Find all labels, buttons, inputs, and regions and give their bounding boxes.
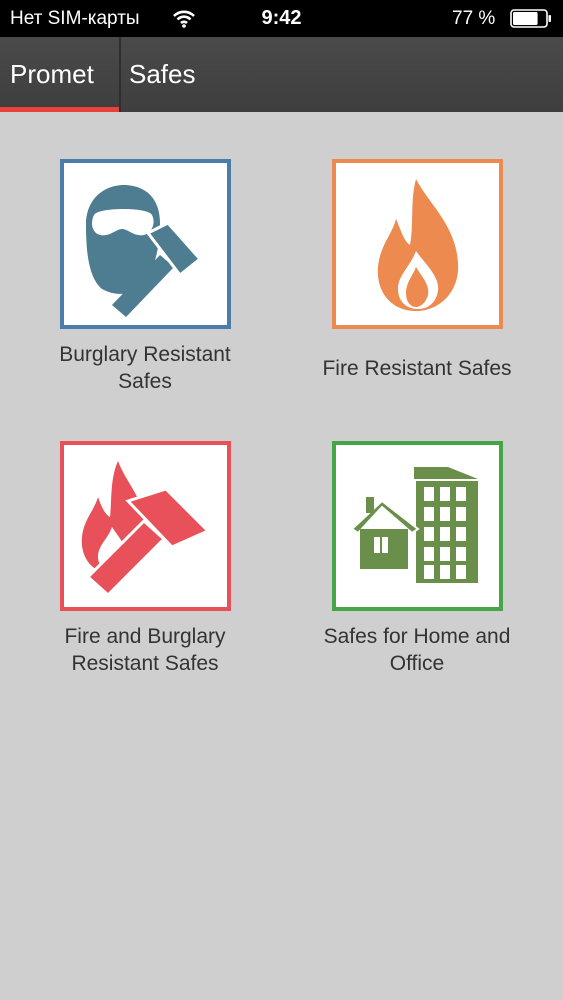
category-home-office[interactable]: Safes for Home and Office: [302, 441, 532, 677]
category-icon-frame: [59, 441, 231, 611]
flame-hammer-icon: [81, 461, 211, 598]
tab-label: Promet: [10, 59, 94, 89]
category-label: Safes for Home and Office: [323, 625, 511, 675]
category-fire-resistant[interactable]: Fire Resistant Safes: [302, 159, 532, 382]
category-icon-frame: [59, 159, 231, 329]
category-icon-frame: [331, 159, 503, 329]
battery-percent: 77 %: [452, 8, 496, 29]
flame-icon: [377, 179, 458, 311]
tab-label: Safes: [129, 59, 196, 89]
category-label: Fire Resistant Safes: [322, 357, 512, 380]
status-bar: Нет SIM-карты 9:42 77 %: [0, 0, 563, 37]
burglar-hammer-icon: [85, 185, 202, 317]
tab-promet[interactable]: Promet: [0, 37, 119, 112]
tab-divider: [119, 37, 121, 112]
house-building-icon: [349, 467, 478, 583]
category-label: Fire and Burglary Resistant Safes: [64, 625, 226, 675]
battery-icon: [510, 9, 551, 28]
tab-selected-indicator: [0, 107, 119, 112]
category-label: Burglary Resistant Safes: [59, 343, 231, 393]
tab-safes[interactable]: Safes: [129, 37, 329, 112]
tab-bar: Promet Safes: [0, 37, 563, 112]
category-fire-burglary-resistant[interactable]: Fire and Burglary Resistant Safes: [30, 441, 260, 677]
category-icon-frame: [331, 441, 503, 611]
category-burglary-resistant[interactable]: Burglary Resistant Safes: [30, 159, 260, 395]
